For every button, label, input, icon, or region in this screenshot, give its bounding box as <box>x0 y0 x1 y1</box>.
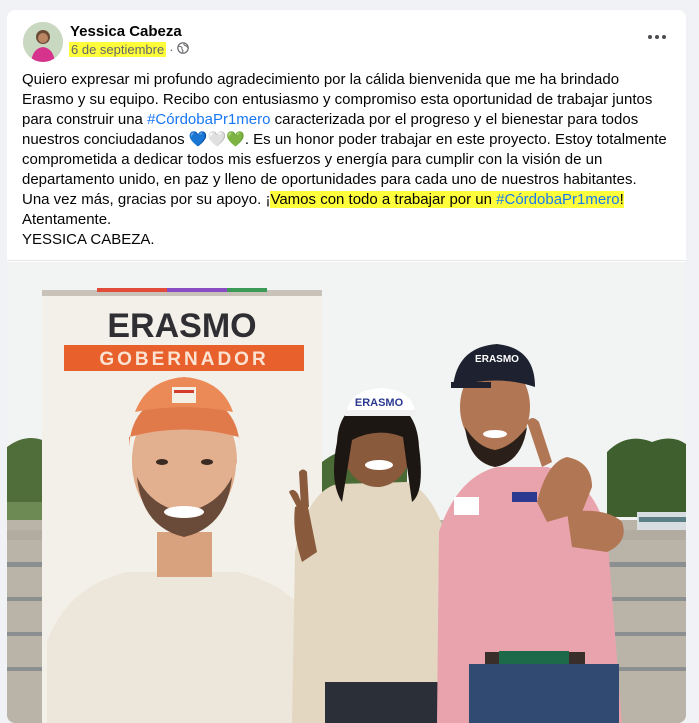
hashtag-link[interactable]: #CórdobaPr1mero <box>147 111 270 128</box>
cap-label-left: ERASMO <box>355 397 404 409</box>
text-segment: Una vez más, gracias por su apoyo. ¡ <box>22 191 271 208</box>
globe-icon <box>176 42 189 57</box>
heart-emojis: 💙🤍💚 <box>188 131 245 148</box>
text-segment: Vamos con todo a trabajar por un <box>270 191 497 208</box>
author-name[interactable]: Yessica Cabeza <box>70 23 182 40</box>
banner-role: GOBERNADOR <box>99 349 268 370</box>
more-options-icon[interactable] <box>646 30 668 44</box>
author-avatar[interactable] <box>23 22 63 62</box>
post-paragraph-1: Quiero expresar mi profundo agradecimien… <box>22 70 674 190</box>
meta-separator: · <box>169 42 174 57</box>
post-meta: 6 de septiembre · <box>69 42 189 57</box>
post-date[interactable]: 6 de septiembre <box>69 42 167 57</box>
divider <box>7 260 686 261</box>
cap-label-right: ERASMO <box>475 354 519 365</box>
post-paragraph-2: Una vez más, gracias por su apoyo. ¡Vamo… <box>22 190 674 210</box>
post-card: Yessica Cabeza 6 de septiembre · Quiero … <box>7 10 686 723</box>
highlighted-text: Vamos con todo a trabajar por un #Córdob… <box>270 191 624 208</box>
signature-text: YESSICA CABEZA. <box>22 231 155 248</box>
banner-name: ERASMO <box>107 307 256 345</box>
closing-text: Atentamente. <box>22 211 112 228</box>
hashtag-link[interactable]: #CórdobaPr1mero <box>496 191 619 208</box>
post-text: Quiero expresar mi profundo agradecimien… <box>22 70 674 250</box>
text-segment: ! <box>619 191 624 208</box>
post-photo[interactable]: ERASMO GOBERNADOR ERASMO ERASMO <box>7 262 686 723</box>
